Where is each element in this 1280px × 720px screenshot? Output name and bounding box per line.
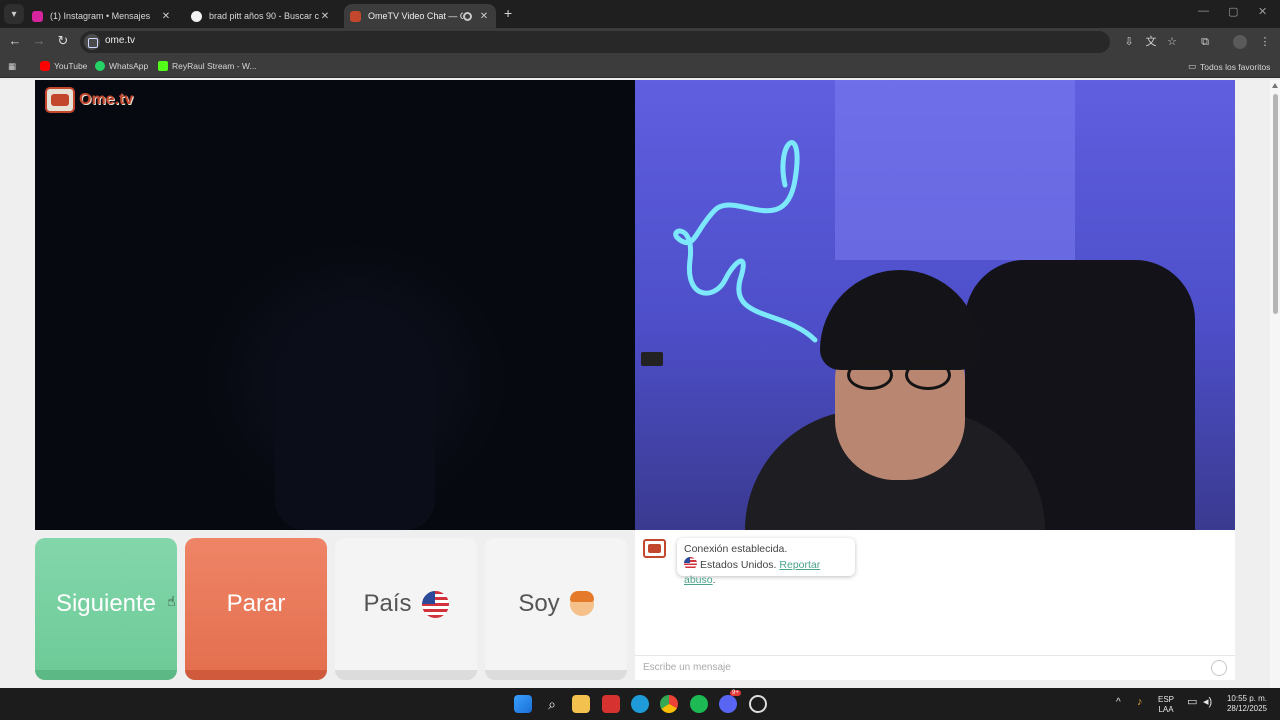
- url-text[interactable]: ome.tv: [105, 35, 135, 46]
- scroll-up-arrow-icon[interactable]: [1272, 83, 1278, 88]
- tab-title: brad pitt años 90 - Buscar con Google: [209, 11, 319, 21]
- person-glasses: [847, 360, 955, 390]
- obs-icon[interactable]: [749, 695, 767, 713]
- clock-date: 28/12/2025: [1226, 704, 1268, 713]
- whatsapp-icon: [95, 61, 105, 71]
- system-message: Conexión establecida. Estados Unidos. Re…: [677, 538, 855, 586]
- tab-strip: ▾ (1) Instagram • Mensajes ✕ brad pitt a…: [0, 0, 1280, 28]
- maximize-icon[interactable]: ▢: [1228, 5, 1238, 18]
- microphone-icon[interactable]: ♪: [1137, 697, 1143, 708]
- tab-title: (1) Instagram • Mensajes: [50, 11, 151, 21]
- back-icon[interactable]: ←: [6, 33, 24, 48]
- stop-button[interactable]: Parar: [185, 538, 327, 680]
- country-label: País: [363, 590, 412, 617]
- translate-icon[interactable]: 文: [1144, 35, 1158, 49]
- bookmark-reyraul-stream[interactable]: ReyRaul Stream - W...: [158, 61, 257, 71]
- youtube-icon: [40, 61, 50, 71]
- clock-time: 10:55 p. m.: [1226, 694, 1268, 703]
- hand-cursor-icon: ☝: [167, 593, 176, 609]
- chat-panel: Conexión establecida. Estados Unidos. Re…: [635, 530, 1235, 680]
- language-code: ESP: [1158, 695, 1175, 704]
- tab-ometv[interactable]: OmeTV Video Chat — Omegle ✕: [344, 4, 496, 28]
- media-app-icon[interactable]: [602, 695, 620, 713]
- partner-country: Estados Unidos.: [700, 559, 777, 571]
- forward-icon[interactable]: →: [30, 33, 48, 48]
- tab-instagram[interactable]: (1) Instagram • Mensajes ✕: [26, 4, 178, 28]
- windows-taskbar: ⌕ 9+ ^ ♪ ESP LAA ▭ ◂) 10:55 p. m. 28/12/…: [0, 688, 1280, 720]
- google-icon: [191, 10, 202, 22]
- bookmark-label: ReyRaul Stream - W...: [172, 61, 257, 71]
- us-flag-icon: [684, 557, 697, 570]
- gender-label: Soy: [518, 590, 560, 617]
- tab-title: OmeTV Video Chat — Omegle: [368, 11, 463, 21]
- boy-emoji-icon: [569, 591, 594, 616]
- extensions-icon[interactable]: ⧉: [1198, 35, 1212, 49]
- reload-icon[interactable]: ↻: [54, 33, 72, 49]
- country-filter-button[interactable]: País: [335, 538, 477, 680]
- emoji-smile-icon[interactable]: [1211, 660, 1227, 676]
- recording-icon: [463, 11, 472, 21]
- profile-avatar[interactable]: [1233, 35, 1247, 49]
- address-bar[interactable]: ome.tv: [80, 31, 1110, 53]
- close-tab-icon[interactable]: ✕: [319, 11, 331, 22]
- instagram-icon: [32, 10, 43, 22]
- tab-google-search[interactable]: brad pitt años 90 - Buscar con Google ✕: [185, 4, 337, 28]
- folder-icon: ▭: [1188, 61, 1197, 71]
- ometv-bot-icon: [643, 539, 666, 558]
- show-hidden-icons[interactable]: ^: [1116, 698, 1121, 708]
- tv-logo-icon: [45, 87, 75, 113]
- power-outlet: [641, 352, 663, 366]
- spotify-icon[interactable]: [690, 695, 708, 713]
- scroll-thumb[interactable]: [1273, 94, 1278, 314]
- report-suffix: .: [712, 574, 716, 586]
- new-tab-button[interactable]: +: [504, 5, 512, 21]
- discord-badge: 9+: [730, 690, 741, 696]
- browser-toolbar: ← → ↻ ome.tv ⇩ 文 ☆ ⧉ ⋮: [0, 28, 1280, 56]
- next-button[interactable]: Siguiente: [35, 538, 177, 680]
- language-indicator[interactable]: ESP LAA: [1158, 695, 1174, 715]
- apps-grid-icon[interactable]: ▦: [8, 61, 16, 72]
- search-icon[interactable]: ⌕: [543, 695, 561, 713]
- next-label: Siguiente: [55, 590, 157, 617]
- bookmarks-bar: ▦ YouTube WhatsApp ReyRaul Stream - W...…: [0, 56, 1280, 78]
- minimize-icon[interactable]: —: [1198, 5, 1209, 17]
- stranger-video: Ome.tv: [35, 80, 635, 530]
- windows-start-icon[interactable]: [514, 695, 532, 713]
- gender-selector-button[interactable]: Soy: [485, 538, 627, 680]
- message-input[interactable]: Escribe un mensaje: [635, 655, 1235, 680]
- file-explorer-icon[interactable]: [572, 695, 590, 713]
- menu-kebab-icon[interactable]: ⋮: [1258, 35, 1272, 49]
- keyboard-layout: LAA: [1158, 705, 1174, 714]
- edge-browser-icon[interactable]: [631, 695, 649, 713]
- connection-status: Conexión establecida.: [684, 543, 788, 555]
- us-flag-icon: [421, 590, 449, 618]
- stop-label: Parar: [226, 590, 286, 617]
- bookmark-label: WhatsApp: [109, 61, 149, 71]
- clock[interactable]: 10:55 p. m. 28/12/2025: [1222, 694, 1272, 714]
- logo-text: Ome.tv: [79, 91, 134, 108]
- volume-icon[interactable]: ◂): [1203, 697, 1212, 708]
- site-info-icon[interactable]: [84, 34, 100, 50]
- chrome-icon[interactable]: [660, 695, 678, 713]
- bookmark-star-icon[interactable]: ☆: [1165, 35, 1179, 49]
- bookmark-youtube[interactable]: YouTube: [40, 61, 87, 71]
- network-icon[interactable]: ▭: [1187, 697, 1197, 708]
- install-app-icon[interactable]: ⇩: [1122, 35, 1136, 49]
- close-tab-icon[interactable]: ✕: [478, 11, 490, 22]
- close-tab-icon[interactable]: ✕: [160, 11, 172, 22]
- kick-icon: [158, 61, 168, 71]
- ometv-favicon-icon: [350, 10, 361, 22]
- tab-search-button[interactable]: ▾: [4, 4, 24, 24]
- stranger-silhouette: [275, 300, 435, 530]
- close-window-icon[interactable]: ✕: [1258, 5, 1267, 18]
- bookmark-label: YouTube: [54, 61, 88, 71]
- ometv-logo[interactable]: Ome.tv: [45, 87, 133, 113]
- all-bookmarks-folder[interactable]: ▭ Todos los favoritos: [1188, 61, 1270, 72]
- page-scrollbar[interactable]: [1270, 80, 1280, 688]
- discord-icon[interactable]: 9+: [719, 690, 741, 713]
- message-placeholder: Escribe un mensaje: [643, 662, 731, 673]
- self-camera-video: [635, 80, 1235, 530]
- bookmark-whatsapp[interactable]: WhatsApp: [95, 61, 148, 71]
- bookmark-label: Todos los favoritos: [1200, 61, 1271, 72]
